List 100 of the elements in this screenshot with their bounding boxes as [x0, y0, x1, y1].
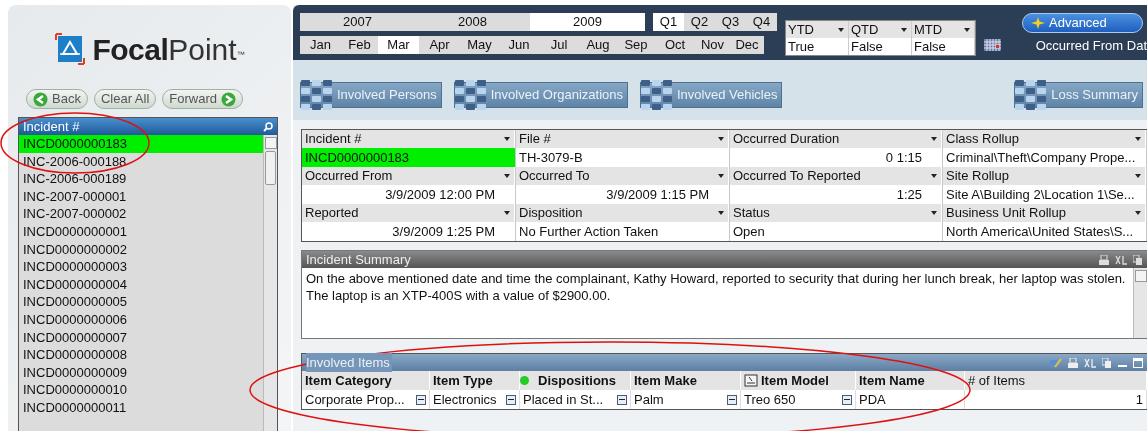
incident-list-item[interactable]: INCD0000000011: [19, 398, 263, 417]
table-cell-text: PDA: [859, 390, 886, 409]
forward-button[interactable]: Forward: [162, 89, 243, 109]
status-dot-icon: [520, 376, 529, 385]
month-option[interactable]: Nov: [695, 36, 730, 54]
back-button[interactable]: Back: [26, 89, 88, 109]
year-option[interactable]: 2007: [300, 13, 415, 31]
table-cell-text: 1: [1135, 390, 1143, 409]
star-icon: [1031, 17, 1045, 29]
collapse-icon[interactable]: [727, 394, 737, 405]
column-header: Item Model: [761, 371, 829, 390]
caret-icon: [504, 137, 510, 141]
caret-icon: [964, 27, 970, 32]
caret-icon: [1135, 174, 1141, 178]
incident-list-item[interactable]: INCD0000000004: [19, 275, 263, 294]
filter-label: Occurred From Dat: [1035, 37, 1147, 55]
year-option[interactable]: 2009: [530, 13, 645, 31]
table-cell-text: False: [850, 38, 884, 55]
month-option[interactable]: Jan: [300, 36, 341, 54]
field-value: Open: [732, 223, 766, 241]
month-option[interactable]: Aug: [579, 36, 617, 54]
print-icon: [1068, 357, 1078, 368]
field-label: Class Rollup: [946, 130, 1020, 149]
incident-list-item[interactable]: INCD0000000009: [19, 363, 263, 382]
field-label: Occurred To: [519, 167, 591, 186]
summary-text: The laptop is an XTP-400S with a value of $2900.00.: [306, 287, 612, 304]
logo-icon: [54, 32, 87, 66]
advanced-button[interactable]: Advanced: [1022, 13, 1143, 33]
month-option[interactable]: Sep: [617, 36, 655, 54]
calendar-icon: [984, 39, 1001, 51]
field-value: North America\United States\S...: [945, 223, 1135, 241]
field-value: INCD0000000183: [302, 148, 515, 167]
incident-list-item[interactable]: INCD0000000006: [19, 310, 263, 329]
incident-list-item[interactable]: INCD0000000002: [19, 240, 263, 259]
edit-icon: [1050, 357, 1062, 368]
incident-list-item[interactable]: INCD0000000007: [19, 328, 263, 347]
incident-list-item[interactable]: INCD0000000001: [19, 222, 263, 241]
month-option[interactable]: Mar: [378, 36, 419, 54]
panel-title: Involved Items: [306, 352, 392, 373]
quarter-option[interactable]: Q3: [715, 13, 746, 31]
logo-text: Point: [168, 31, 237, 68]
copy-icon: [1133, 254, 1143, 265]
column-header: # of Items: [968, 371, 1026, 390]
panel-title: Incident Summary: [306, 250, 411, 269]
incident-list-item[interactable]: INCD0000000010: [19, 381, 263, 399]
month-option[interactable]: Jun: [499, 36, 539, 54]
field-label: Reported: [305, 204, 360, 223]
caret-icon: [718, 174, 724, 178]
incident-list-item[interactable]: INCD0000000008: [19, 346, 263, 364]
month-option[interactable]: May: [460, 36, 499, 54]
month-option[interactable]: Dec: [730, 36, 764, 54]
grid-icon: [641, 79, 673, 111]
month-option[interactable]: Jul: [539, 36, 579, 54]
caret-icon: [931, 174, 937, 178]
incident-list-item[interactable]: INC-2007-000002: [19, 205, 263, 223]
year-option[interactable]: 2008: [415, 13, 530, 31]
table-cell-text: Electronics: [433, 390, 497, 409]
quarter-option[interactable]: Q2: [684, 13, 715, 31]
collapse-icon[interactable]: [842, 394, 852, 405]
grid-icon: [454, 79, 487, 111]
caret-icon: [718, 211, 724, 215]
quarter-option[interactable]: Q1: [653, 13, 684, 31]
minimize-icon: [1118, 364, 1127, 367]
column-header: MTD: [914, 20, 943, 39]
incident-list-item[interactable]: INC-2006-000188: [19, 152, 263, 171]
collapse-icon[interactable]: [416, 394, 426, 405]
scrollbar[interactable]: [1133, 268, 1147, 338]
scrollbar[interactable]: [263, 135, 277, 431]
grid-icon: [301, 79, 333, 111]
month-option[interactable]: Apr: [419, 36, 460, 54]
field-value: TH-3079-B: [518, 149, 584, 167]
quarter-option[interactable]: Q4: [746, 13, 777, 31]
column-header: Dispositions: [538, 371, 616, 390]
incident-list-item[interactable]: INCD0000000183: [19, 135, 263, 153]
column-header: Item Type: [433, 371, 493, 390]
collapse-icon[interactable]: [506, 394, 516, 405]
field-label: File #: [519, 130, 552, 149]
incident-list-item[interactable]: INCD0000000005: [19, 293, 263, 311]
clear-all-button[interactable]: Clear All: [93, 89, 157, 109]
incident-list-item[interactable]: INC-2006-000189: [19, 170, 263, 188]
maximize-icon: [1133, 357, 1143, 368]
incident-list-item[interactable]: INCD0000000003: [19, 258, 263, 276]
collapse-icon[interactable]: [617, 394, 627, 405]
field-label: Occurred To Reported: [733, 167, 862, 186]
table-cell-text: Palm: [634, 390, 664, 409]
field-value: 1:25: [895, 186, 923, 204]
field-value: 3/9/2009 12:00 PM: [384, 186, 496, 204]
caret-icon: [1135, 211, 1141, 215]
print-icon: [1099, 254, 1109, 265]
field-label: Disposition: [519, 204, 584, 223]
excel-icon: [1084, 357, 1096, 368]
document-icon: [744, 374, 758, 387]
month-option[interactable]: Oct: [655, 36, 695, 54]
month-option[interactable]: Feb: [341, 36, 378, 54]
copy-icon: [1102, 357, 1112, 368]
caret-icon: [931, 211, 937, 215]
incident-list-item[interactable]: INC-2007-000001: [19, 187, 263, 206]
column-header: Item Name: [859, 371, 925, 390]
caret-icon: [901, 27, 907, 32]
field-label: Incident #: [305, 130, 363, 149]
